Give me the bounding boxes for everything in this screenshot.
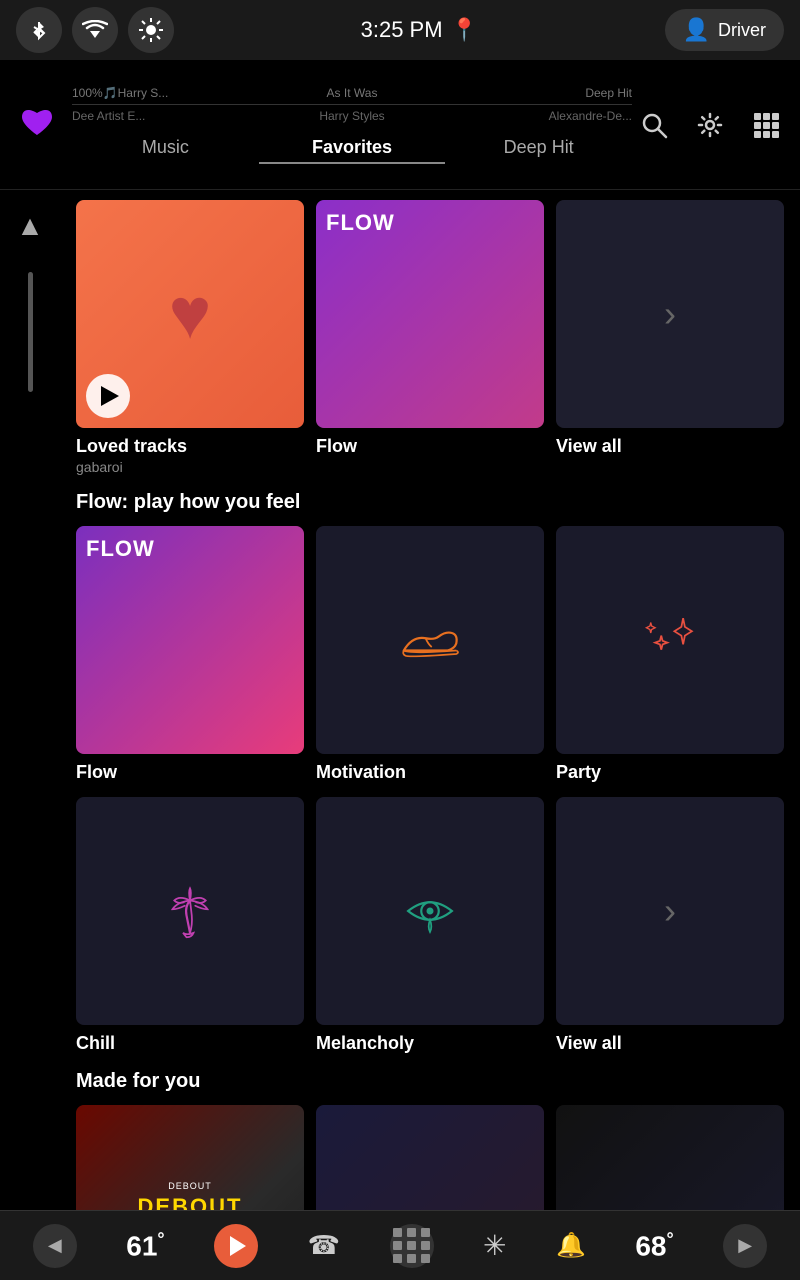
mfy-title: Made for you <box>76 1070 784 1093</box>
fan-icon[interactable]: ✳ <box>483 1229 506 1262</box>
bell-icon[interactable]: 🔔 <box>556 1231 586 1260</box>
party-name: Party <box>556 762 784 783</box>
motivation-name: Motivation <box>316 762 544 783</box>
location-icon: 📍 <box>451 17 478 43</box>
chevron-right-icon: › <box>664 293 676 335</box>
debout-card[interactable]: DEBOUT DEBOUTsur le zinc collab... <box>76 1105 304 1210</box>
flow-gradient-card[interactable]: FLOW Flow <box>76 526 304 783</box>
tab-deep-sub2: Alexandre-De... <box>448 109 632 123</box>
party-card[interactable]: Party <box>556 526 784 783</box>
flow-card-name: Flow <box>76 762 304 783</box>
next-button[interactable]: ▶ <box>723 1224 767 1268</box>
chill-card[interactable]: Chill <box>76 797 304 1054</box>
viewall-card[interactable]: › View all <box>556 200 784 475</box>
flow-row-1: FLOW Flow Motivation <box>76 526 784 783</box>
flow-name: Flow <box>316 436 544 457</box>
tab-favorites[interactable]: Favorites <box>259 133 446 164</box>
viewall2-card[interactable]: › View all <box>556 797 784 1054</box>
time-label: 3:25 PM <box>361 17 443 43</box>
tab-music-sub1: 100%🎵Harry S... <box>72 86 256 100</box>
tab-favorites-sub2: Harry Styles <box>260 109 444 123</box>
loved-tracks-card[interactable]: ♥ Loved tracks gabaroi <box>76 200 304 475</box>
flow-label-2: FLOW <box>86 536 155 562</box>
nav-icons <box>632 103 788 147</box>
palm-tree-icon <box>155 876 225 946</box>
loved-tracks-name: Loved tracks <box>76 436 304 457</box>
band1-card[interactable]: 🎤👓👨‍🎤 <box>316 1105 544 1210</box>
melancholy-name: Melancholy <box>316 1033 544 1054</box>
tab-favorites-sub1: As It Was <box>260 86 444 100</box>
play-triangle <box>230 1236 246 1256</box>
tab-music-sub2: Dee Artist E... <box>72 109 256 123</box>
apps-grid-icon <box>393 1228 431 1263</box>
content-scroll: ♥ Loved tracks gabaroi FLOW Flow <box>60 190 800 1210</box>
flow-row-2: Chill <box>76 797 784 1054</box>
tab-deep-sub1: Deep Hit <box>448 86 632 100</box>
grid-button[interactable] <box>744 103 788 147</box>
viewall2-name: View all <box>556 1033 784 1054</box>
tab-deep[interactable]: Deep Hit <box>445 133 632 164</box>
heart-icon: ♥ <box>169 273 212 355</box>
search-button[interactable] <box>632 103 676 147</box>
play-triangle <box>101 386 119 406</box>
play-button[interactable] <box>214 1224 258 1268</box>
brightness-icon <box>128 7 174 53</box>
phone-icon[interactable]: ☎ <box>308 1230 340 1261</box>
status-bar: 3:25 PM 📍 👤 Driver <box>0 0 800 60</box>
top-nav: 100%🎵Harry S... As It Was Deep Hit Dee A… <box>0 60 800 190</box>
chill-name: Chill <box>76 1033 304 1054</box>
apps-grid-button[interactable] <box>390 1224 434 1268</box>
driver-icon: 👤 <box>683 17 710 43</box>
motivation-card[interactable]: Motivation <box>316 526 544 783</box>
temp-left: 61° <box>126 1229 164 1262</box>
tab-music[interactable]: Music <box>72 133 259 164</box>
mfy-row: DEBOUT DEBOUTsur le zinc collab... 🎤👓👨 <box>76 1105 784 1210</box>
debout-label: DEBOUTsur le zinc <box>138 1195 243 1210</box>
flow-section-title: Flow: play how you feel <box>76 491 784 514</box>
sparkle-icon <box>635 605 705 675</box>
flow-label: FLOW <box>326 210 395 236</box>
status-time: 3:25 PM 📍 <box>361 17 478 43</box>
bluetooth-icon <box>16 7 62 53</box>
wifi-icon <box>72 7 118 53</box>
eye-tear-icon <box>395 876 465 946</box>
driver-label: Driver <box>718 20 766 41</box>
collapse-button[interactable]: ▲ <box>16 210 44 242</box>
scroll-indicator <box>28 272 33 392</box>
loved-play-button[interactable] <box>86 374 130 418</box>
driver-badge[interactable]: 👤 Driver <box>665 9 784 51</box>
favorites-row: ♥ Loved tracks gabaroi FLOW Flow <box>76 200 784 475</box>
band2-card[interactable]: 🎭👤👤 <box>556 1105 784 1210</box>
sidebar: ▲ <box>0 190 60 1210</box>
loved-tracks-sub: gabaroi <box>76 459 304 475</box>
shoe-icon <box>395 605 465 675</box>
deezer-logo[interactable] <box>12 97 62 152</box>
chevron-right-2-icon: › <box>664 890 676 932</box>
bottom-bar: ◀ 61° ☎ ✳ 🔔 68° ▶ <box>0 1210 800 1280</box>
flow-card[interactable]: FLOW Flow <box>316 200 544 475</box>
viewall-name: View all <box>556 436 784 457</box>
temp-right: 68° <box>635 1229 673 1262</box>
debout-sub: DEBOUT <box>168 1181 212 1191</box>
settings-button[interactable] <box>688 103 732 147</box>
prev-button[interactable]: ◀ <box>33 1224 77 1268</box>
status-left-icons <box>16 7 174 53</box>
melancholy-card[interactable]: Melancholy <box>316 797 544 1054</box>
main-content: ▲ ♥ Loved tracks gabaroi <box>0 190 800 1210</box>
